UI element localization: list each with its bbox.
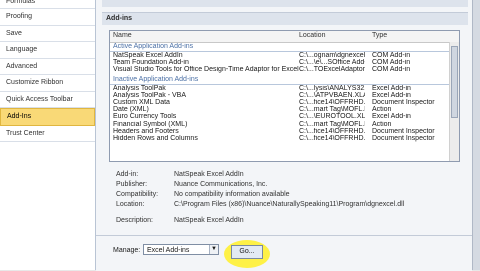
addin-row[interactable]: Analysis ToolPak - VBA C:\...\ATPVBAEN.XL… xyxy=(110,92,459,99)
addin-name: Team Foundation Add-in xyxy=(113,59,189,67)
addin-details: Add-in: NatSpeak Excel AddIn Publisher: Nu… xyxy=(114,170,454,226)
addin-type: Document Inspector xyxy=(372,98,435,106)
manage-bar: Manage: Excel Add-ins ▼ Go... xyxy=(96,235,472,271)
nav-item-add-ins[interactable]: Add-Ins xyxy=(0,108,95,126)
column-name[interactable]: Name xyxy=(113,32,132,39)
addin-row[interactable]: Financial Symbol (XML) C:\...mart Tag\MOF… xyxy=(110,121,459,128)
addin-type: COM Add-in xyxy=(372,52,411,59)
scroll-thumb[interactable] xyxy=(451,46,458,118)
addin-type: COM Add-in xyxy=(372,59,411,67)
addin-location: C:\...\e\...SOffice Add-in.dll xyxy=(299,59,365,67)
addin-location: C:\...\EUROTOOL.XLAM xyxy=(299,113,365,121)
detail-description-value: NatSpeak Excel AddIn xyxy=(174,217,244,224)
addin-name: Headers and Footers xyxy=(113,127,179,135)
addin-location: C:\...lysis\ANALYS32.XLL xyxy=(299,84,365,92)
addin-row[interactable]: Team Foundation Add-in C:\...\e\...SOffic… xyxy=(110,59,459,66)
addin-location: C:\...mart Tag\MOFL.DLL xyxy=(299,120,365,128)
addin-type: Document Inspector xyxy=(372,134,435,142)
addins-list[interactable]: Name Location Type Active Application Ad… xyxy=(109,30,460,162)
addins-panel: Add-ins Name Location Type Active Applic… xyxy=(96,0,472,271)
window-edge xyxy=(472,0,480,270)
manage-selected-value: Excel Add-ins xyxy=(147,247,190,254)
detail-publisher-value: Nuance Communications, Inc. xyxy=(174,181,268,188)
addin-name: Custom XML Data xyxy=(113,98,170,106)
detail-publisher-label: Publisher: xyxy=(116,181,148,188)
column-location[interactable]: Location xyxy=(299,32,325,39)
manage-label: Manage: xyxy=(113,247,141,254)
addin-name: Visual Studio Tools for Office Design-Ti… xyxy=(113,66,299,74)
addin-type: Document Inspector xyxy=(372,127,435,135)
addin-location: C:\...\ATPVBAEN.XLAM xyxy=(299,91,365,99)
addin-location: C:\...ognam\dgnexcel.dll xyxy=(299,52,365,59)
manage-dropdown[interactable]: Excel Add-ins ▼ xyxy=(143,244,219,255)
addin-row[interactable]: Euro Currency Tools C:\...\EUROTOOL.XLAM E… xyxy=(110,113,459,120)
chevron-down-icon[interactable]: ▼ xyxy=(209,245,218,254)
options-nav: Formulas Proofing Save Language Advanced Cust… xyxy=(0,0,96,270)
nav-item-trust-center[interactable]: Trust Center xyxy=(0,126,95,142)
addin-row[interactable]: Date (XML) C:\...mart Tag\MOFL.DLL Action xyxy=(110,106,459,113)
addin-name: Euro Currency Tools xyxy=(113,113,177,121)
addin-row[interactable]: Headers and Footers C:\...fice14\OFFRHD. D… xyxy=(110,128,459,135)
addin-type: Excel Add-in xyxy=(372,91,411,99)
addin-type: Excel Add-in xyxy=(372,113,411,121)
addin-row[interactable]: Analysis ToolPak C:\...lysis\ANALYS32.XLL… xyxy=(110,85,459,92)
detail-addin-label: Add-in: xyxy=(116,171,139,178)
addin-type: Action xyxy=(372,120,392,128)
addin-location: C:\...fice14\OFFRHD.DLL xyxy=(299,134,365,142)
active-group-label: Active Application Add-ins xyxy=(110,43,455,52)
addin-row[interactable]: NatSpeak Excel AddIn C:\...ognam\dgnexcel… xyxy=(110,52,459,59)
nav-item-language[interactable]: Language xyxy=(0,42,95,59)
addin-type: Excel Add-in xyxy=(372,84,411,92)
detail-description-label: Description: xyxy=(116,217,153,224)
list-header: Name Location Type xyxy=(110,31,459,43)
top-section-header xyxy=(102,0,468,7)
addin-type: COM Add-in xyxy=(372,66,411,74)
addin-location: C:\...mart Tag\MOFL.DLL xyxy=(299,106,365,114)
inactive-group-label: Inactive Application Add-ins xyxy=(110,76,455,85)
addins-section-header: Add-ins xyxy=(102,12,468,25)
column-type[interactable]: Type xyxy=(372,32,387,39)
addin-location: C:\...fice14\OFFRHD.DLL xyxy=(299,98,365,106)
nav-item-customize-ribbon[interactable]: Customize Ribbon xyxy=(0,75,95,92)
addin-name: Analysis ToolPak - VBA xyxy=(113,91,187,99)
addin-row[interactable]: Custom XML Data C:\...fice14\OFFRHD.DLL Do… xyxy=(110,99,459,106)
addin-name: Financial Symbol (XML) xyxy=(113,120,188,128)
addin-location: C:\...fice14\OFFRHD.DLL xyxy=(299,127,365,135)
addin-name: Analysis ToolPak xyxy=(113,84,166,92)
addin-name: Hidden Rows and Columns xyxy=(113,134,198,142)
addin-type: Action xyxy=(372,106,392,114)
list-scrollbar[interactable] xyxy=(449,42,459,161)
addin-name: NatSpeak Excel AddIn xyxy=(113,52,183,59)
detail-addin-value: NatSpeak Excel AddIn xyxy=(174,171,244,178)
detail-location-value: C:\Program Files (x86)\Nuance\NaturallyS… xyxy=(174,201,405,208)
detail-compat-label: Compatibility: xyxy=(116,191,159,198)
nav-item-quick-access-toolbar[interactable]: Quick Access Toolbar xyxy=(0,92,95,108)
nav-item-save[interactable]: Save xyxy=(0,26,95,42)
detail-location-label: Location: xyxy=(116,201,145,208)
nav-item-advanced[interactable]: Advanced xyxy=(0,59,95,75)
detail-compat-value: No compatibility information available xyxy=(174,191,290,198)
nav-item-proofing[interactable]: Proofing xyxy=(0,9,95,26)
addin-name: Date (XML) xyxy=(113,106,149,114)
addin-location: C:\...TOExcelAdaptor.dll xyxy=(299,66,365,74)
addin-row[interactable]: Visual Studio Tools for Office Design-Ti… xyxy=(110,66,459,73)
addin-row[interactable]: Hidden Rows and Columns C:\...fice14\OFFR… xyxy=(110,135,459,142)
nav-item-formulas[interactable]: Formulas xyxy=(0,0,95,9)
